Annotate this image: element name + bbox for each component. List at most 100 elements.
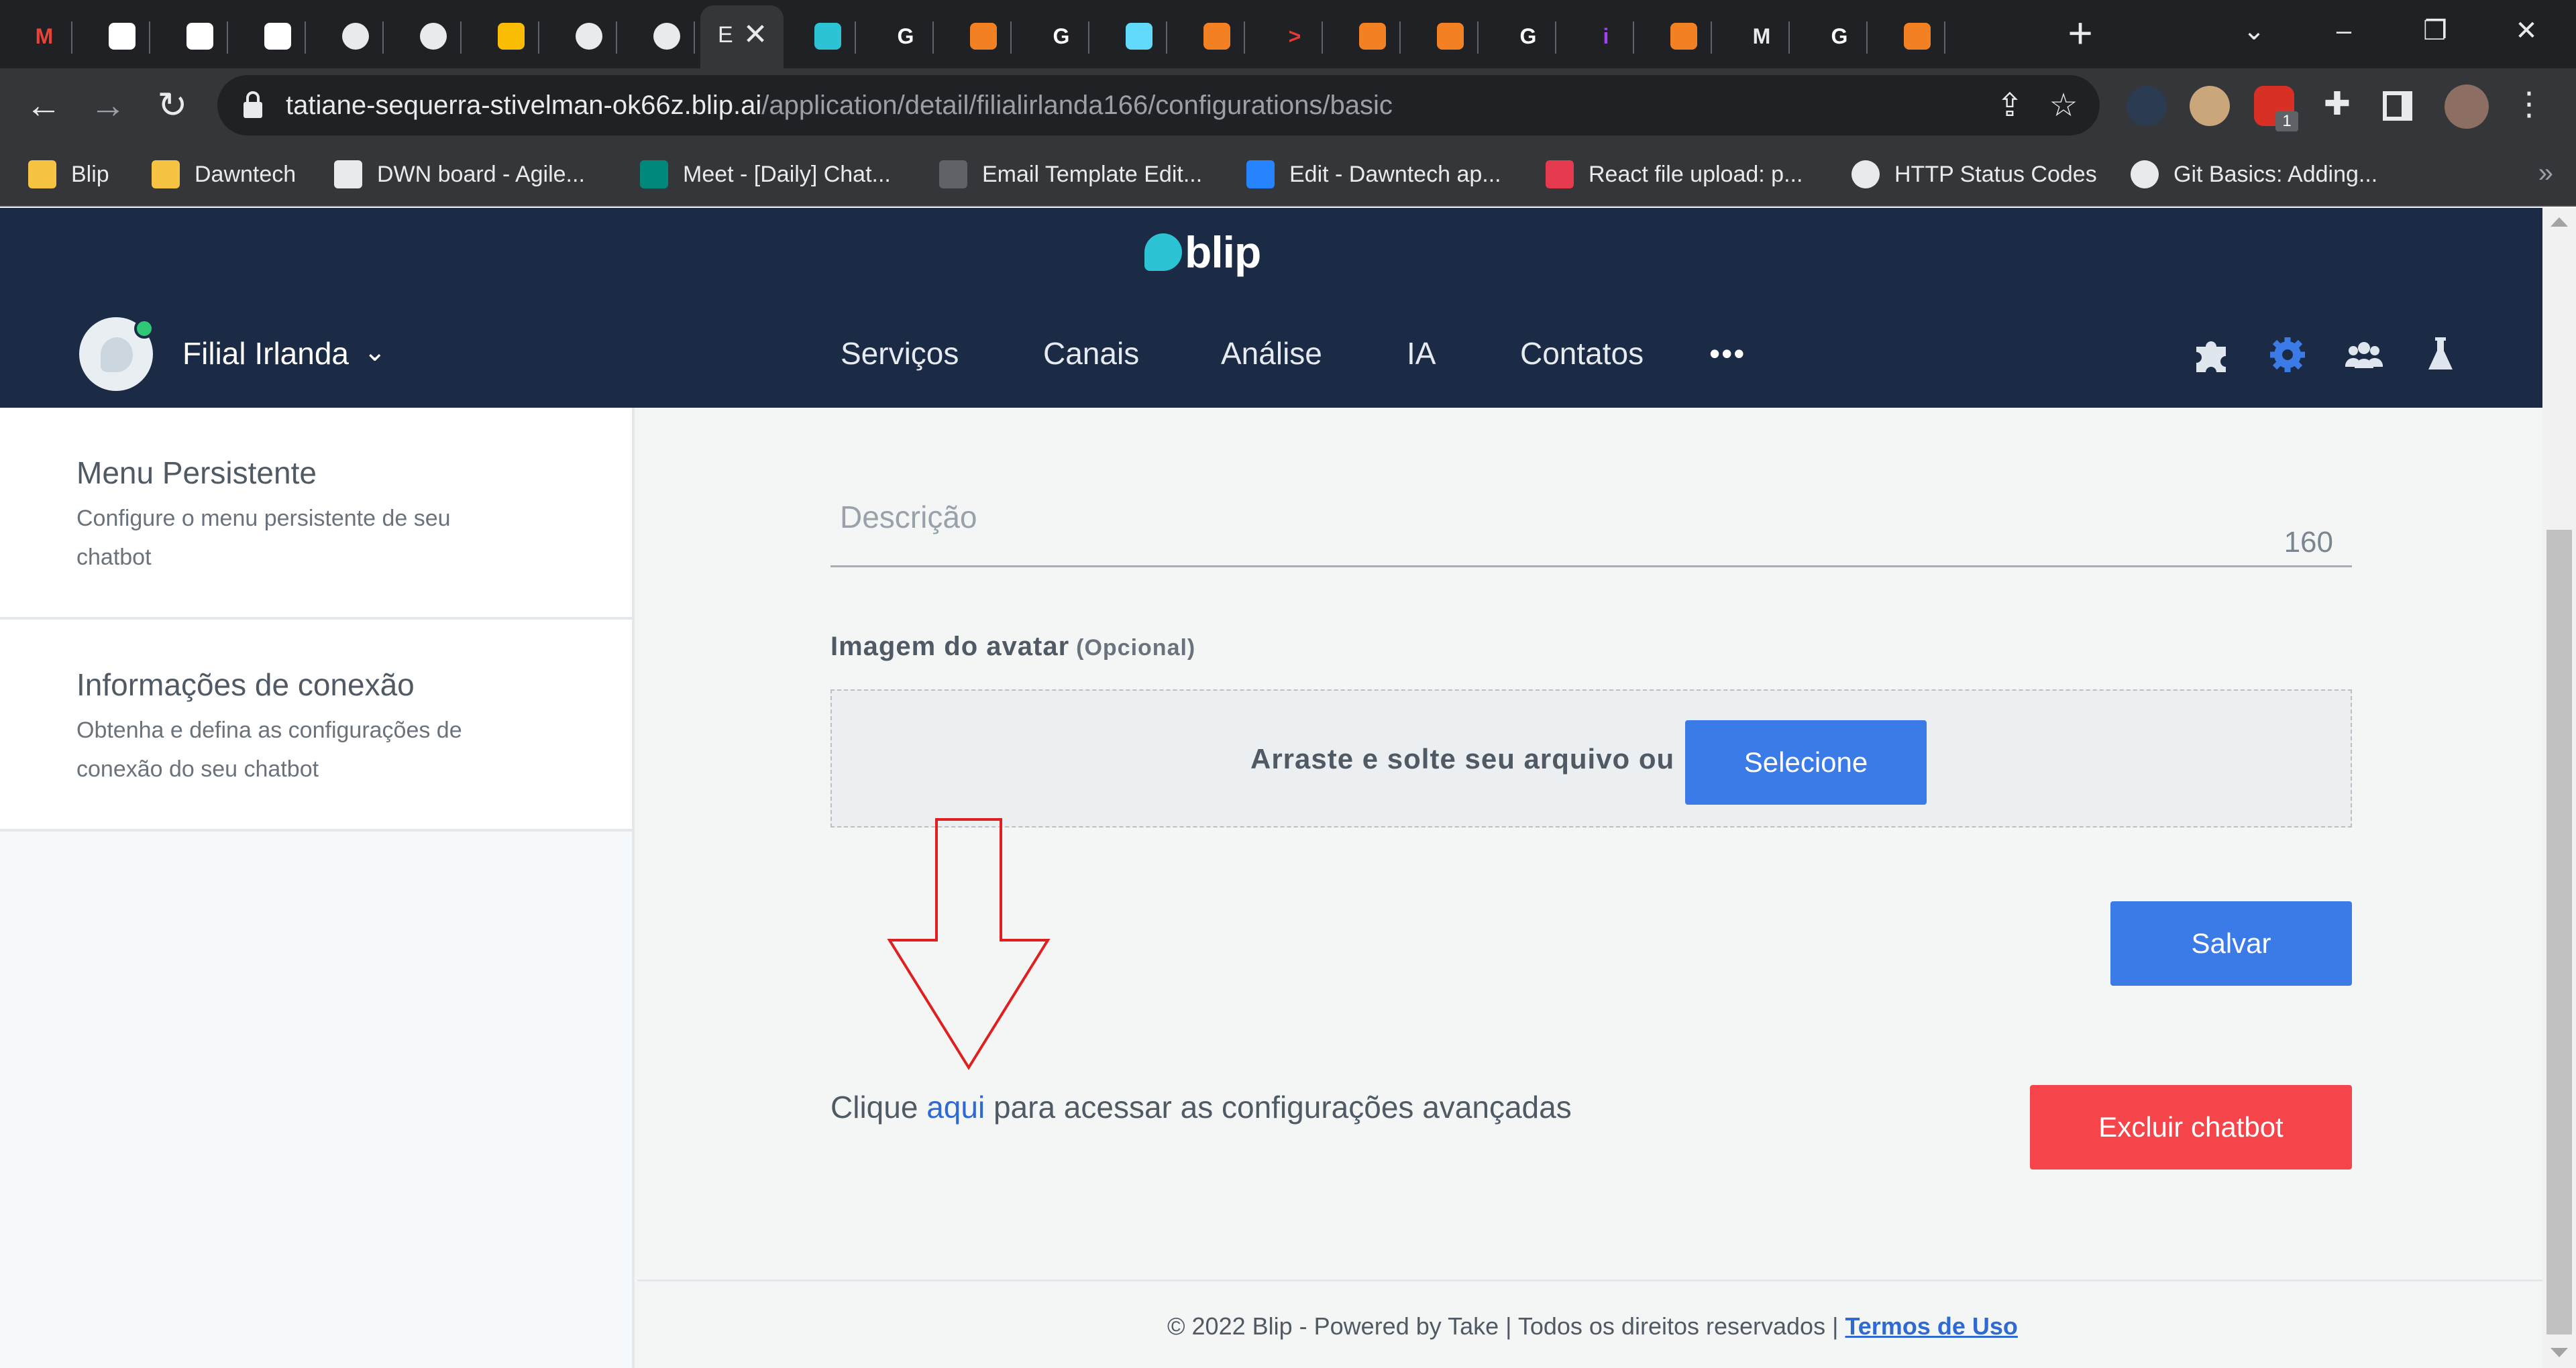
back-button[interactable]: ← [20,82,67,129]
page-footer: © 2022 Blip - Powered by Take | Todos os… [637,1279,2542,1368]
settings-gear-icon[interactable] [2267,335,2308,375]
tab[interactable]: G [1017,5,1089,68]
advanced-settings-text: Clique aqui para acessar as configuraçõe… [830,1089,1572,1125]
avatar-dropzone[interactable]: Arraste e solte seu arquivo ou Selecione [830,689,2352,828]
nav-ia[interactable]: IA [1407,333,1436,374]
tab[interactable]: G [1484,5,1556,68]
prompt-icon: > [1288,23,1301,48]
team-users-icon[interactable] [2344,335,2384,375]
globe-icon [1851,160,1880,188]
tab[interactable] [623,5,695,68]
sidebar-item-menu-persistente[interactable]: Menu Persistente Configure o menu persis… [0,408,632,620]
bookmark-item[interactable]: Blip [28,154,109,194]
tab[interactable] [78,5,150,68]
extensions-puzzle-icon[interactable]: ✚ [2318,86,2356,123]
address-bar[interactable]: tatiane-sequerra-stivelman-ok66z.blip.ai… [217,75,2100,135]
avatar-image-label: Imagem do avatar (Opcional) [830,632,1195,662]
restore-button[interactable]: ❐ [2407,9,2463,52]
select-file-button[interactable]: Selecione [1685,720,1927,805]
extensions-puzzle-icon[interactable] [2191,335,2231,375]
bookmark-item[interactable]: HTTP Status Codes [1851,154,2097,194]
tab[interactable] [156,5,228,68]
google-icon: G [1053,23,1070,48]
folder-icon [28,160,56,188]
tab[interactable]: M [1717,5,1790,68]
tab-search-button[interactable]: ⌄ [2226,9,2282,52]
blip-icon [814,23,841,50]
scroll-up-arrow-icon[interactable] [2551,217,2568,227]
description-label: Descrição [840,500,977,534]
bookmark-label: Git Basics: Adding... [2174,161,2378,187]
share-icon[interactable]: ⇪ [1991,87,2029,125]
tab[interactable] [1328,5,1401,68]
lock-icon[interactable] [241,90,264,119]
tab[interactable] [1406,5,1479,68]
bot-name[interactable]: Filial Irlanda [182,333,349,374]
forward-button[interactable]: → [85,82,131,129]
tab[interactable] [311,5,384,68]
save-button[interactable]: Salvar [2110,901,2352,986]
extension-owl-icon[interactable] [2190,86,2230,126]
tab[interactable] [467,5,539,68]
tab[interactable] [939,5,1012,68]
nav-servicos[interactable]: Serviços [841,333,959,374]
advanced-suffix: para acessar as configurações avançadas [993,1090,1572,1125]
optional-tag: (Opcional) [1076,635,1196,661]
tab[interactable] [389,5,462,68]
blip-extension-icon[interactable] [2127,86,2167,126]
bookmark-item[interactable]: Edit - Dawntech ap... [1246,154,1501,194]
avatar-image-label-text: Imagem do avatar [830,632,1070,661]
new-tab-button[interactable]: + [2058,11,2102,55]
bookmarks-overflow-button[interactable]: » [2538,158,2553,188]
delete-chatbot-button[interactable]: Excluir chatbot [2030,1085,2352,1170]
bookmark-item[interactable]: React file upload: p... [1546,154,1803,194]
lab-flask-icon[interactable] [2420,335,2461,375]
bookmark-item[interactable]: Email Template Edit... [939,154,1202,194]
tab[interactable]: M [0,5,72,68]
tab[interactable]: G [861,5,934,68]
tab[interactable] [545,5,617,68]
bookmark-star-icon[interactable]: ☆ [2045,87,2082,125]
nav-analise[interactable]: Análise [1221,333,1322,374]
scroll-down-arrow-icon[interactable] [2551,1348,2568,1357]
tab-separator [149,21,150,54]
scrollbar-thumb[interactable] [2546,530,2572,1334]
bookmark-item[interactable]: Meet - [Daily] Chat... [640,154,891,194]
tab[interactable]: > [1250,5,1323,68]
bot-switcher-chevron-icon[interactable]: ⌄ [364,332,386,372]
bookmark-item[interactable]: DWN board - Agile... [334,154,585,194]
tab[interactable] [784,5,856,68]
blip-portal-icon [264,23,291,50]
profile-avatar[interactable] [2445,84,2489,129]
minimize-button[interactable]: – [2316,9,2372,52]
tab[interactable] [1173,5,1245,68]
medium-icon: M [1752,23,1771,48]
tab-separator [1088,21,1089,54]
tab[interactable] [233,5,306,68]
reload-button[interactable]: ↻ [149,82,196,129]
nav-more-button[interactable]: ••• [1709,333,1746,374]
tab-separator [855,21,856,54]
url-text[interactable]: tatiane-sequerra-stivelman-ok66z.blip.ai… [286,75,1393,135]
description-field[interactable]: Descrição 160 [830,483,2352,567]
chrome-menu-icon[interactable]: ⋮ [2510,86,2548,123]
tab[interactable]: G [1795,5,1868,68]
advanced-settings-link[interactable]: aqui [926,1090,985,1125]
nav-canais[interactable]: Canais [1043,333,1139,374]
tab[interactable] [1873,5,1945,68]
page-scrollbar[interactable] [2542,208,2576,1368]
bookmark-label: DWN board - Agile... [377,161,585,187]
tab[interactable]: i [1562,5,1634,68]
bookmark-item[interactable]: Dawntech [152,154,296,194]
side-panel-icon[interactable] [2383,91,2412,121]
terms-of-use-link[interactable]: Termos de Uso [1845,1312,2017,1340]
tab-close-icon[interactable]: ✕ [738,17,773,52]
nav-contatos[interactable]: Contatos [1520,333,1644,374]
bookmark-item[interactable]: Git Basics: Adding... [2131,154,2377,194]
sidebar-item-informacoes-conexao[interactable]: Informações de conexão Obtenha e defina … [0,620,632,832]
tab[interactable] [1095,5,1167,68]
close-window-button[interactable]: ✕ [2498,9,2555,52]
tab-active[interactable]: E ✕ [700,5,784,68]
blip-logo[interactable]: blip [1144,225,1261,279]
tab[interactable] [1640,5,1712,68]
